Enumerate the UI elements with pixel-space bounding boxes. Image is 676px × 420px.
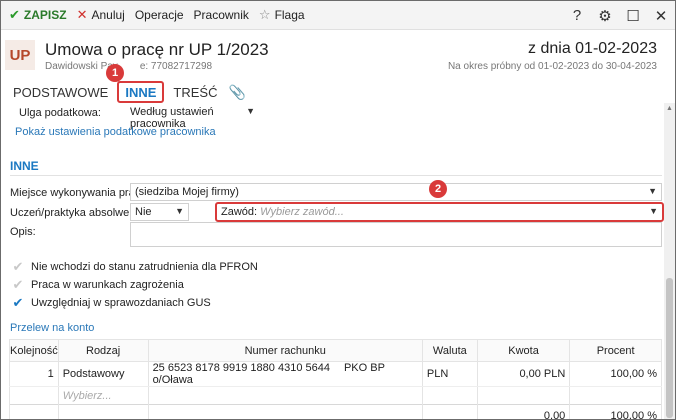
tab-bar: PODSTAWOWE INNE TREŚĆ 📎: [1, 81, 675, 103]
toolbar: ✔ ZAPISZ ✕ Anuluj Operacje Pracownik ☆ F…: [1, 1, 675, 30]
page-title: Umowa o pracę nr UP 1/2023: [45, 40, 269, 59]
column-header[interactable]: Procent: [569, 339, 662, 362]
tab-content-area: Ulga podatkowa: Według ustawień pracowni…: [1, 103, 664, 419]
occupation-select[interactable]: Zawód: Wybierz zawód... ▼: [215, 202, 664, 222]
pfron-checkbox-row[interactable]: ✔ Nie wchodzi do stanu zatrudnienia dla …: [11, 258, 258, 275]
chevron-down-icon: ▼: [648, 186, 657, 196]
step-badge-2: 2: [429, 180, 447, 198]
show-tax-settings-link[interactable]: Pokaż ustawienia podatkowe pracownika: [15, 126, 216, 138]
document-header: UP Umowa o pracę nr UP 1/2023 Dawidowski…: [1, 31, 675, 79]
tab-content[interactable]: TREŚĆ: [166, 81, 224, 103]
checkbox-unchecked-icon[interactable]: ✔: [11, 277, 25, 292]
chevron-down-icon: ▼: [175, 206, 184, 216]
maximize-icon[interactable]: ☐: [621, 7, 645, 25]
star-icon: ☆: [258, 7, 271, 22]
transfer-section-title: Przelew na konto: [10, 322, 95, 334]
new-row[interactable]: Wybierz...: [9, 386, 662, 405]
chevron-down-icon: ▼: [649, 206, 658, 216]
totals-row: 0,00 100,00 %: [9, 404, 662, 419]
tab-basic[interactable]: PODSTAWOWE: [1, 81, 115, 103]
total-amount: 0,00: [476, 404, 571, 419]
section-divider: [10, 175, 662, 176]
checkmark-icon: ✔: [9, 7, 20, 22]
type-cell[interactable]: Podstawowy: [57, 361, 149, 387]
column-header[interactable]: Kolejność: [9, 339, 59, 362]
window-controls: ? ⚙ ☐ ✕: [563, 1, 675, 30]
work-place-label: Miejsce wykonywania pracy:: [10, 187, 149, 199]
description-textarea[interactable]: [130, 222, 662, 247]
section-title: INNE: [10, 159, 39, 173]
account-cell[interactable]: 25 6523 8178 9919 1880 4310 5644 PKO BP o…: [147, 361, 423, 387]
student-select[interactable]: Nie ▼: [130, 203, 189, 221]
contract-window: ✔ ZAPISZ ✕ Anuluj Operacje Pracownik ☆ F…: [0, 0, 676, 420]
document-type-logo: UP: [5, 40, 35, 70]
description-label: Opis:: [10, 226, 36, 238]
work-place-select[interactable]: (siedziba Mojej firmy) ▼: [130, 183, 662, 201]
tax-relief-select[interactable]: Według ustawień pracownika ▼: [126, 104, 259, 130]
close-window-icon[interactable]: ✕: [649, 7, 673, 25]
operations-menu[interactable]: Operacje: [130, 1, 189, 30]
new-row-type-placeholder[interactable]: Wybierz...: [57, 386, 149, 405]
transfer-table: Kolejność Rodzaj Numer rachunku Waluta K…: [9, 339, 662, 419]
chevron-down-icon: ▼: [246, 106, 255, 116]
order-cell[interactable]: 1: [9, 361, 59, 387]
percent-cell[interactable]: 100,00 %: [569, 361, 662, 387]
employee-subtitle: Dawidowski Pav e: 77082717298: [45, 61, 213, 72]
paperclip-icon[interactable]: 📎: [224, 84, 245, 101]
document-date: z dnia 01-02-2023: [528, 40, 657, 57]
scroll-up-icon[interactable]: ▲: [666, 105, 673, 112]
total-percent: 100,00 %: [569, 404, 662, 419]
help-icon[interactable]: ?: [565, 7, 589, 24]
column-header[interactable]: Numer rachunku: [147, 339, 423, 362]
amount-cell[interactable]: 0,00 PLN: [476, 361, 571, 387]
currency-cell[interactable]: PLN: [421, 361, 478, 387]
hazard-checkbox-row[interactable]: ✔ Praca w warunkach zagrożenia: [11, 276, 184, 293]
vertical-scrollbar[interactable]: ▲: [664, 103, 675, 419]
table-row[interactable]: 1 Podstawowy 25 6523 8178 9919 1880 4310…: [9, 361, 662, 387]
employee-menu[interactable]: Pracownik: [189, 1, 254, 30]
gear-icon[interactable]: ⚙: [593, 7, 617, 25]
tax-relief-label: Ulga podatkowa:: [19, 107, 101, 119]
column-header[interactable]: Kwota: [476, 339, 571, 362]
scrollbar-thumb[interactable]: [666, 278, 673, 418]
close-icon: ✕: [76, 7, 88, 22]
contract-period: Na okres próbny od 01-02-2023 do 30-04-2…: [447, 61, 657, 72]
save-button[interactable]: ✔ ZAPISZ: [1, 1, 72, 30]
cancel-button[interactable]: ✕ Anuluj: [72, 1, 130, 30]
column-header[interactable]: Waluta: [421, 339, 478, 362]
checkbox-checked-icon[interactable]: ✔: [11, 295, 25, 310]
table-header-row: Kolejność Rodzaj Numer rachunku Waluta K…: [9, 339, 662, 362]
flag-button[interactable]: ☆ Flaga: [254, 1, 310, 30]
gus-checkbox-row[interactable]: ✔ Uwzględniaj w sprawozdaniach GUS: [11, 294, 211, 311]
column-header[interactable]: Rodzaj: [57, 339, 149, 362]
step-badge-1: 1: [106, 64, 124, 82]
tab-other[interactable]: INNE: [117, 81, 165, 103]
checkbox-unchecked-icon[interactable]: ✔: [11, 259, 25, 274]
